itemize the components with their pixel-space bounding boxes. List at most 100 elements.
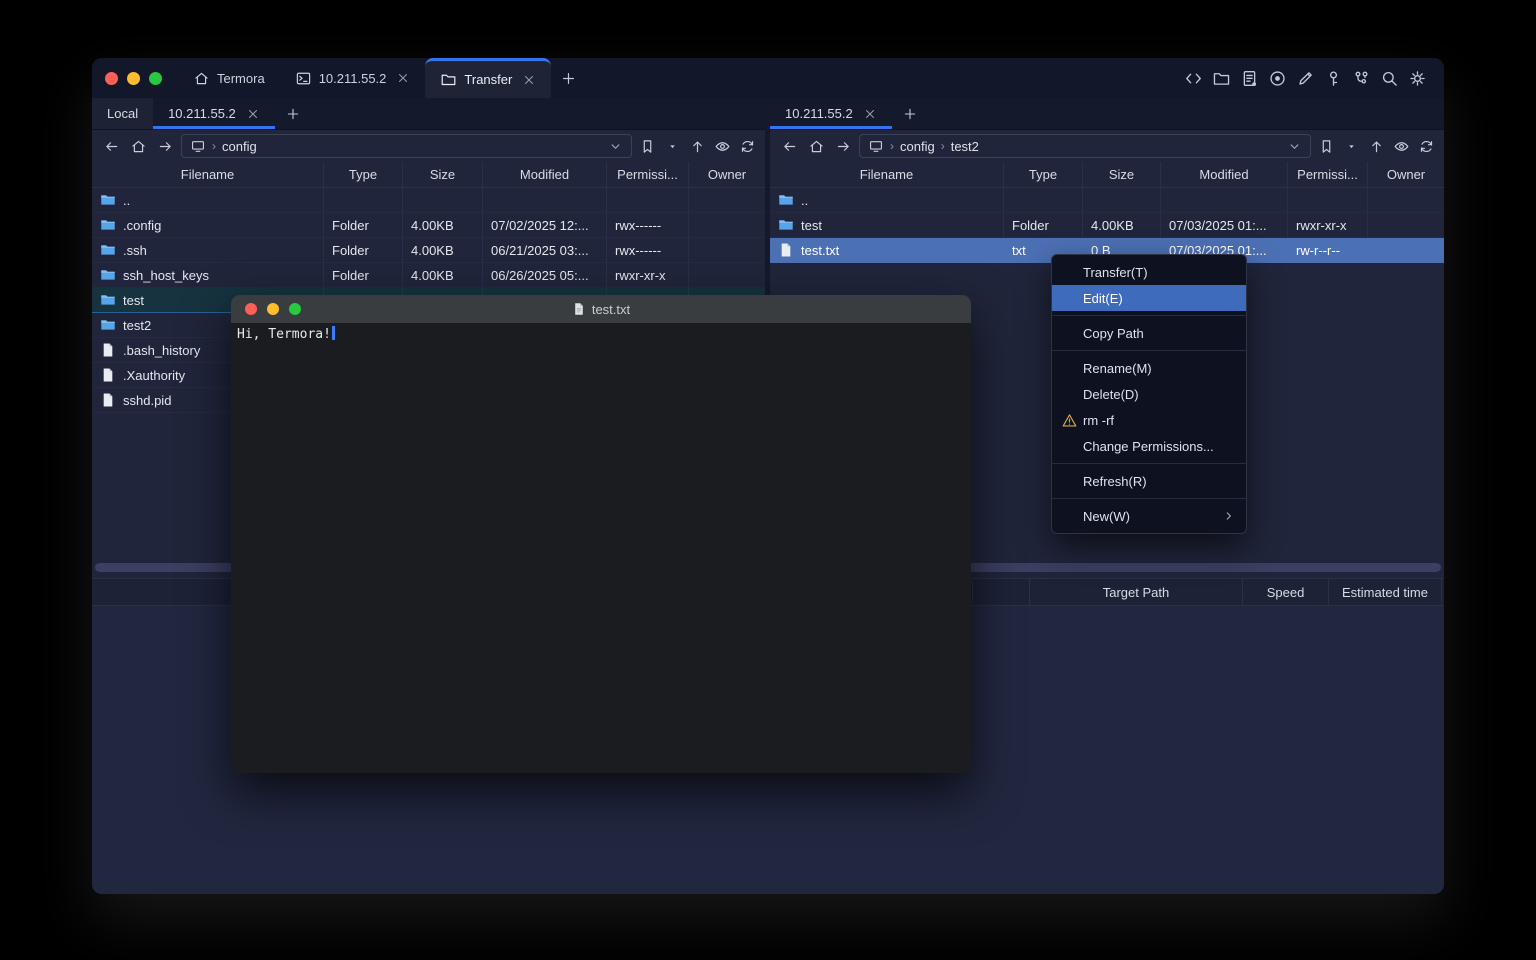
chevron-down-icon[interactable] bbox=[608, 139, 623, 154]
menu-item-change-permissions-[interactable]: Change Permissions... bbox=[1052, 433, 1246, 459]
bookmark-button[interactable] bbox=[637, 136, 657, 156]
column-header-permissi[interactable]: Permissi... bbox=[607, 162, 689, 187]
key-icon bbox=[1324, 69, 1343, 88]
transfer-column-estimated-time[interactable]: Estimated time bbox=[1329, 579, 1442, 605]
cell-modified: 06/21/2025 03:... bbox=[483, 238, 607, 262]
menu-item-new-w-[interactable]: New(W) bbox=[1052, 503, 1246, 529]
show-hidden-files-button[interactable] bbox=[712, 136, 732, 156]
desktop: Termora10.211.55.2Transfer Local10.211.5… bbox=[0, 0, 1536, 960]
back-button[interactable] bbox=[100, 135, 122, 157]
refresh-button[interactable] bbox=[1416, 136, 1436, 156]
column-header-type[interactable]: Type bbox=[1004, 162, 1083, 187]
bookmark-dropdown-button[interactable] bbox=[1341, 136, 1361, 156]
menu-item-refresh-r-[interactable]: Refresh(R) bbox=[1052, 468, 1246, 494]
parent-directory-button[interactable] bbox=[1366, 136, 1386, 156]
panel-tabs: 10.211.55.2 bbox=[770, 98, 1444, 130]
editor-close-button[interactable] bbox=[245, 303, 257, 315]
column-header-modified[interactable]: Modified bbox=[1161, 162, 1288, 187]
column-header-size[interactable]: Size bbox=[1083, 162, 1161, 187]
new-main-tab-button[interactable] bbox=[551, 58, 585, 98]
branch-icon bbox=[1352, 69, 1371, 88]
close-tab-icon[interactable] bbox=[863, 107, 877, 121]
parent-directory-button[interactable] bbox=[687, 136, 707, 156]
bookmark-dropdown-button[interactable] bbox=[662, 136, 682, 156]
menu-item-rename-m-[interactable]: Rename(M) bbox=[1052, 355, 1246, 381]
column-header-size[interactable]: Size bbox=[403, 162, 483, 187]
file-row[interactable]: .. bbox=[770, 188, 1444, 213]
key-button[interactable] bbox=[1324, 69, 1343, 88]
bookmark-button[interactable] bbox=[1316, 136, 1336, 156]
column-header-modified[interactable]: Modified bbox=[483, 162, 607, 187]
panel-tab-10-211-55-2[interactable]: 10.211.55.2 bbox=[153, 98, 275, 129]
breadcrumb-segment[interactable]: config bbox=[222, 139, 257, 154]
monitor-icon bbox=[190, 138, 206, 154]
editor-zoom-button[interactable] bbox=[289, 303, 301, 315]
menu-item-transfer-t-[interactable]: Transfer(T) bbox=[1052, 259, 1246, 285]
home-icon bbox=[193, 70, 210, 87]
forward-button[interactable] bbox=[832, 135, 854, 157]
close-tab-icon[interactable] bbox=[246, 107, 260, 121]
close-tab-icon[interactable] bbox=[396, 71, 410, 85]
notes-button[interactable] bbox=[1240, 69, 1259, 88]
file-row[interactable]: .. bbox=[92, 188, 765, 213]
main-tab-10-211-55-2[interactable]: 10.211.55.2 bbox=[280, 58, 426, 98]
forward-button[interactable] bbox=[154, 135, 176, 157]
editor-minimize-button[interactable] bbox=[267, 303, 279, 315]
home-button[interactable] bbox=[127, 135, 149, 157]
menu-item-delete-d-[interactable]: Delete(D) bbox=[1052, 381, 1246, 407]
search-button[interactable] bbox=[1380, 69, 1399, 88]
cell-modified: 07/03/2025 01:... bbox=[1161, 213, 1288, 237]
file-row[interactable]: .sshFolder4.00KB06/21/2025 03:...rwx----… bbox=[92, 238, 765, 263]
refresh-button[interactable] bbox=[737, 136, 757, 156]
close-window-button[interactable] bbox=[105, 72, 118, 85]
new-panel-tab-button[interactable] bbox=[892, 98, 928, 129]
code-button[interactable] bbox=[1184, 69, 1203, 88]
main-tab-transfer[interactable]: Transfer bbox=[425, 58, 551, 98]
path-breadcrumb-field[interactable]: ›config›test2 bbox=[859, 134, 1311, 158]
plus-icon bbox=[285, 106, 301, 122]
zoom-window-button[interactable] bbox=[149, 72, 162, 85]
menu-item-rm-rf[interactable]: rm -rf bbox=[1052, 407, 1246, 433]
settings-button[interactable] bbox=[1408, 69, 1427, 88]
column-header-type[interactable]: Type bbox=[324, 162, 403, 187]
main-tab-label: Termora bbox=[217, 71, 265, 86]
transfer-column-speed[interactable]: Speed bbox=[1243, 579, 1329, 605]
panel-tab-10-211-55-2[interactable]: 10.211.55.2 bbox=[770, 98, 892, 129]
editor-titlebar[interactable]: test.txt bbox=[231, 295, 971, 323]
main-tab-termora[interactable]: Termora bbox=[178, 58, 280, 98]
file-row[interactable]: testFolder4.00KB07/03/2025 01:...rwxr-xr… bbox=[770, 213, 1444, 238]
back-button[interactable] bbox=[778, 135, 800, 157]
file-row[interactable]: ssh_host_keysFolder4.00KB06/26/2025 05:.… bbox=[92, 263, 765, 288]
cell-type: Folder bbox=[324, 213, 403, 237]
breadcrumb-segment[interactable]: config bbox=[900, 139, 935, 154]
new-panel-tab-button[interactable] bbox=[275, 98, 311, 129]
chevron-down-icon[interactable] bbox=[1287, 139, 1302, 154]
record-button[interactable] bbox=[1268, 69, 1287, 88]
menu-item-edit-e-[interactable]: Edit(E) bbox=[1052, 285, 1246, 311]
editor-text-area[interactable]: Hi, Termora! bbox=[231, 323, 971, 773]
minimize-window-button[interactable] bbox=[127, 72, 140, 85]
home-button[interactable] bbox=[805, 135, 827, 157]
file-row[interactable]: .configFolder4.00KB07/02/2025 12:...rwx-… bbox=[92, 213, 765, 238]
column-header-filename[interactable]: Filename bbox=[92, 162, 324, 187]
column-header-owner[interactable]: Owner bbox=[1368, 162, 1444, 187]
window-controls bbox=[92, 58, 178, 98]
main-tab-label: Transfer bbox=[464, 72, 512, 87]
column-header-owner[interactable]: Owner bbox=[689, 162, 765, 187]
menu-item-copy-path[interactable]: Copy Path bbox=[1052, 320, 1246, 346]
menu-item-label: Refresh(R) bbox=[1083, 474, 1147, 489]
column-header-permissi[interactable]: Permissi... bbox=[1288, 162, 1368, 187]
branch-button[interactable] bbox=[1352, 69, 1371, 88]
column-header-filename[interactable]: Filename bbox=[770, 162, 1004, 187]
cell-owner bbox=[689, 263, 765, 287]
cell-owner bbox=[689, 213, 765, 237]
cell-permissions: rwxr-xr-x bbox=[607, 263, 689, 287]
close-tab-icon[interactable] bbox=[522, 73, 536, 87]
panel-tab-local[interactable]: Local bbox=[92, 98, 153, 129]
breadcrumb-segment[interactable]: test2 bbox=[951, 139, 979, 154]
show-hidden-files-button[interactable] bbox=[1391, 136, 1411, 156]
path-breadcrumb-field[interactable]: ›config bbox=[181, 134, 632, 158]
transfer-column-target-path[interactable]: Target Path bbox=[1030, 579, 1243, 605]
folder-button[interactable] bbox=[1212, 69, 1231, 88]
pencil-button[interactable] bbox=[1296, 69, 1315, 88]
